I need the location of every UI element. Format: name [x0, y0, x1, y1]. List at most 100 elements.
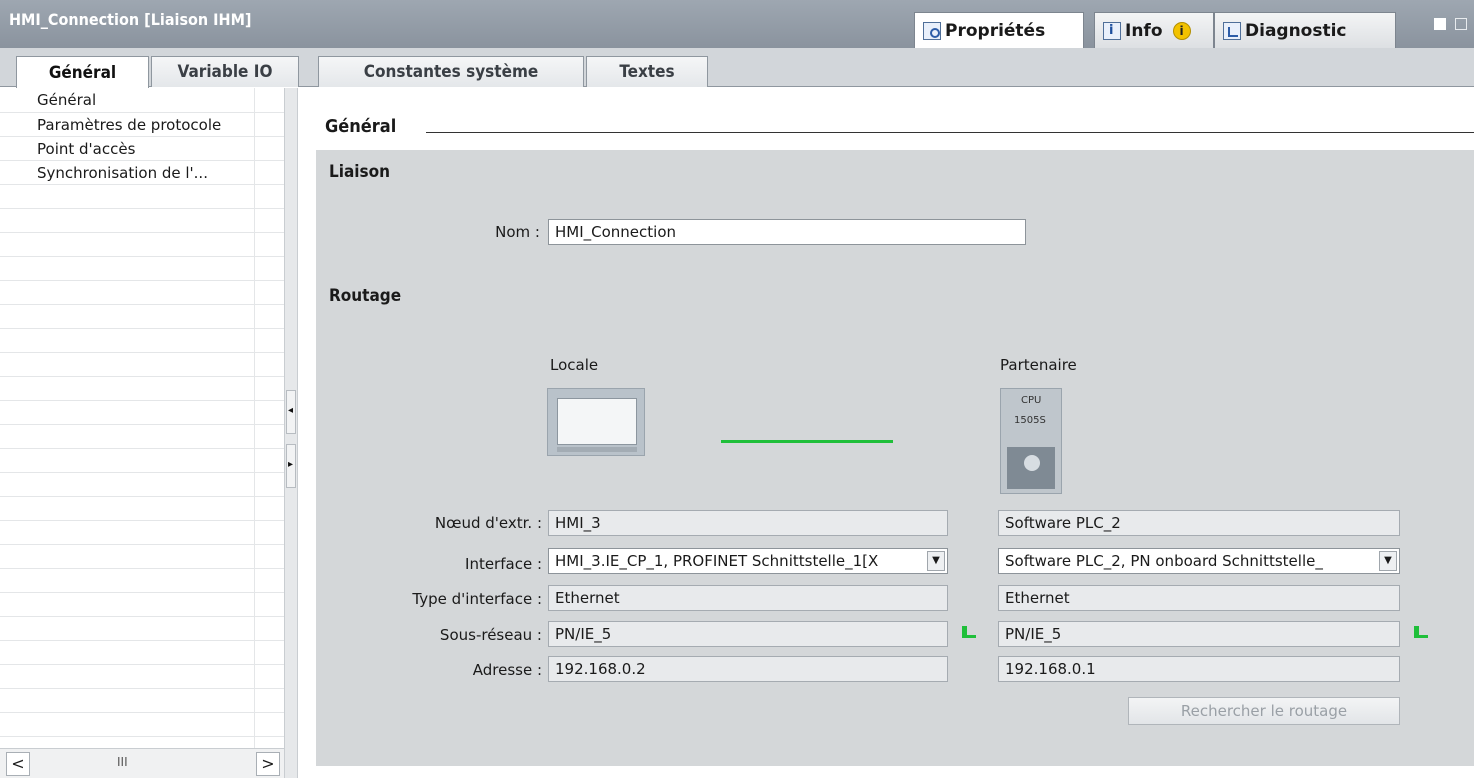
cpu-device-icon: CPU 1505S: [1000, 388, 1062, 494]
tab-diagnostic[interactable]: Diagnostic: [1214, 12, 1396, 48]
nav-divider: [0, 616, 284, 617]
subnet-label: Sous-réseau :: [439, 626, 542, 644]
partner-address-field: 192.168.0.1: [998, 656, 1400, 682]
chevron-right-icon: ▸: [288, 459, 294, 470]
nav-divider: [0, 520, 284, 521]
nav-divider: [0, 400, 284, 401]
tab-system-constants[interactable]: Constantes système: [318, 56, 584, 87]
title-bar: HMI_Connection [Liaison IHM] Propriétés …: [0, 0, 1474, 48]
partner-interface-type-field: Ethernet: [998, 585, 1400, 611]
nav-divider: [0, 640, 284, 641]
address-label: Adresse :: [472, 661, 542, 679]
cpu-status-dot: [1024, 455, 1040, 471]
local-interface-value: HMI_3.IE_CP_1, PROFINET Schnittstelle_1[…: [555, 552, 879, 570]
cpu-model-text: 1505S: [1014, 415, 1046, 426]
nav-divider: [0, 376, 284, 377]
panel-splitter[interactable]: ◂ ▸: [284, 88, 298, 778]
tab-diagnostic-label: Diagnostic: [1245, 20, 1347, 41]
group-title-routage: Routage: [329, 286, 402, 306]
local-interface-type-field: Ethernet: [548, 585, 948, 611]
tab-variable-io[interactable]: Variable IO: [151, 56, 299, 87]
nav-divider: [0, 592, 284, 593]
tab-properties-label: Propriétés: [945, 20, 1046, 41]
nav-divider: [0, 352, 284, 353]
content-area: Général Liaison Nom : HMI_Connection Rou…: [298, 88, 1474, 778]
hmi-screen: [557, 398, 637, 445]
partner-label: Partenaire: [1000, 356, 1077, 374]
network-connected-icon: [1414, 626, 1428, 640]
nav-divider: [0, 688, 284, 689]
nav-divider: [0, 136, 284, 137]
search-routing-button[interactable]: Rechercher le routage: [1128, 697, 1400, 725]
nav-divider: [0, 112, 284, 113]
tab-info[interactable]: Info i: [1094, 12, 1214, 48]
nav-divider: [0, 472, 284, 473]
info-icon: [1103, 21, 1121, 40]
chevron-left-icon: ◂: [288, 405, 294, 416]
scroll-right-button[interactable]: >: [256, 752, 280, 776]
connection-line: [721, 440, 893, 443]
tab-info-label: Info: [1125, 20, 1163, 41]
section-title: Général: [325, 116, 397, 137]
section-divider: [426, 132, 1474, 133]
local-address-field: 192.168.0.2: [548, 656, 948, 682]
float-window-icon[interactable]: [1434, 18, 1446, 30]
interface-label: Interface :: [465, 555, 542, 573]
cpu-text: CPU: [1021, 395, 1042, 406]
nav-horizontal-scrollbar[interactable]: < III >: [0, 748, 284, 778]
tab-general[interactable]: Général: [16, 56, 149, 88]
partner-interface-value: Software PLC_2, PN onboard Schnittstelle…: [1005, 552, 1323, 570]
nav-divider: [0, 544, 284, 545]
settings-panel: Liaison Nom : HMI_Connection Routage Loc…: [316, 150, 1474, 766]
nav-divider: [0, 184, 284, 185]
diagnostic-icon: [1223, 21, 1241, 40]
nav-item-synchronisation[interactable]: Synchronisation de l'...: [37, 164, 208, 182]
properties-icon: [923, 21, 941, 40]
connection-name-input[interactable]: HMI_Connection: [548, 219, 1026, 245]
tab-strip: Général Variable IO Constantes système T…: [0, 48, 1474, 88]
network-connected-icon: [962, 626, 976, 640]
nav-divider: [0, 664, 284, 665]
interface-type-label: Type d'interface :: [412, 590, 542, 608]
nav-item-access-point[interactable]: Point d'accès: [37, 140, 135, 158]
end-node-label: Nœud d'extr. :: [434, 514, 542, 532]
partner-interface-select[interactable]: Software PLC_2, PN onboard Schnittstelle…: [998, 548, 1400, 574]
nav-divider: [0, 208, 284, 209]
hmi-device-icon: [547, 388, 645, 456]
collapse-left-button[interactable]: ◂: [286, 390, 296, 434]
chevron-down-icon[interactable]: ▼: [927, 551, 945, 571]
nav-divider: [0, 568, 284, 569]
nav-divider: [0, 448, 284, 449]
nav-divider: [0, 328, 284, 329]
nav-divider: [0, 280, 284, 281]
scrollbar-thumb-grip[interactable]: III: [117, 755, 128, 769]
partner-end-node-field: Software PLC_2: [998, 510, 1400, 536]
local-interface-select[interactable]: HMI_3.IE_CP_1, PROFINET Schnittstelle_1[…: [548, 548, 948, 574]
tab-properties[interactable]: Propriétés: [914, 12, 1084, 48]
partner-subnet-field: PN/IE_5: [998, 621, 1400, 647]
nav-item-general[interactable]: Général: [37, 91, 96, 109]
local-label: Locale: [550, 356, 599, 374]
group-title-liaison: Liaison: [329, 162, 391, 182]
dock-window-icon[interactable]: [1455, 18, 1467, 30]
nav-divider: [0, 160, 284, 161]
nav-divider: [0, 712, 284, 713]
nav-item-protocol-parameters[interactable]: Paramètres de protocole: [37, 116, 221, 134]
expand-right-button[interactable]: ▸: [286, 444, 296, 488]
local-end-node-field: HMI_3: [548, 510, 948, 536]
hmi-keypad: [557, 447, 637, 452]
nav-divider: [0, 424, 284, 425]
nav-divider: [0, 736, 284, 737]
nav-divider: [0, 304, 284, 305]
scroll-left-button[interactable]: <: [6, 752, 30, 776]
nav-divider: [0, 256, 284, 257]
nav-column-divider: [254, 88, 255, 748]
window-title: HMI_Connection [Liaison IHM]: [9, 10, 252, 29]
chevron-down-icon[interactable]: ▼: [1379, 551, 1397, 571]
name-label: Nom :: [495, 223, 540, 241]
nav-divider: [0, 232, 284, 233]
nav-divider: [0, 496, 284, 497]
local-subnet-field: PN/IE_5: [548, 621, 948, 647]
tab-texts[interactable]: Textes: [586, 56, 708, 87]
left-navigation: Général Paramètres de protocole Point d'…: [0, 88, 284, 778]
